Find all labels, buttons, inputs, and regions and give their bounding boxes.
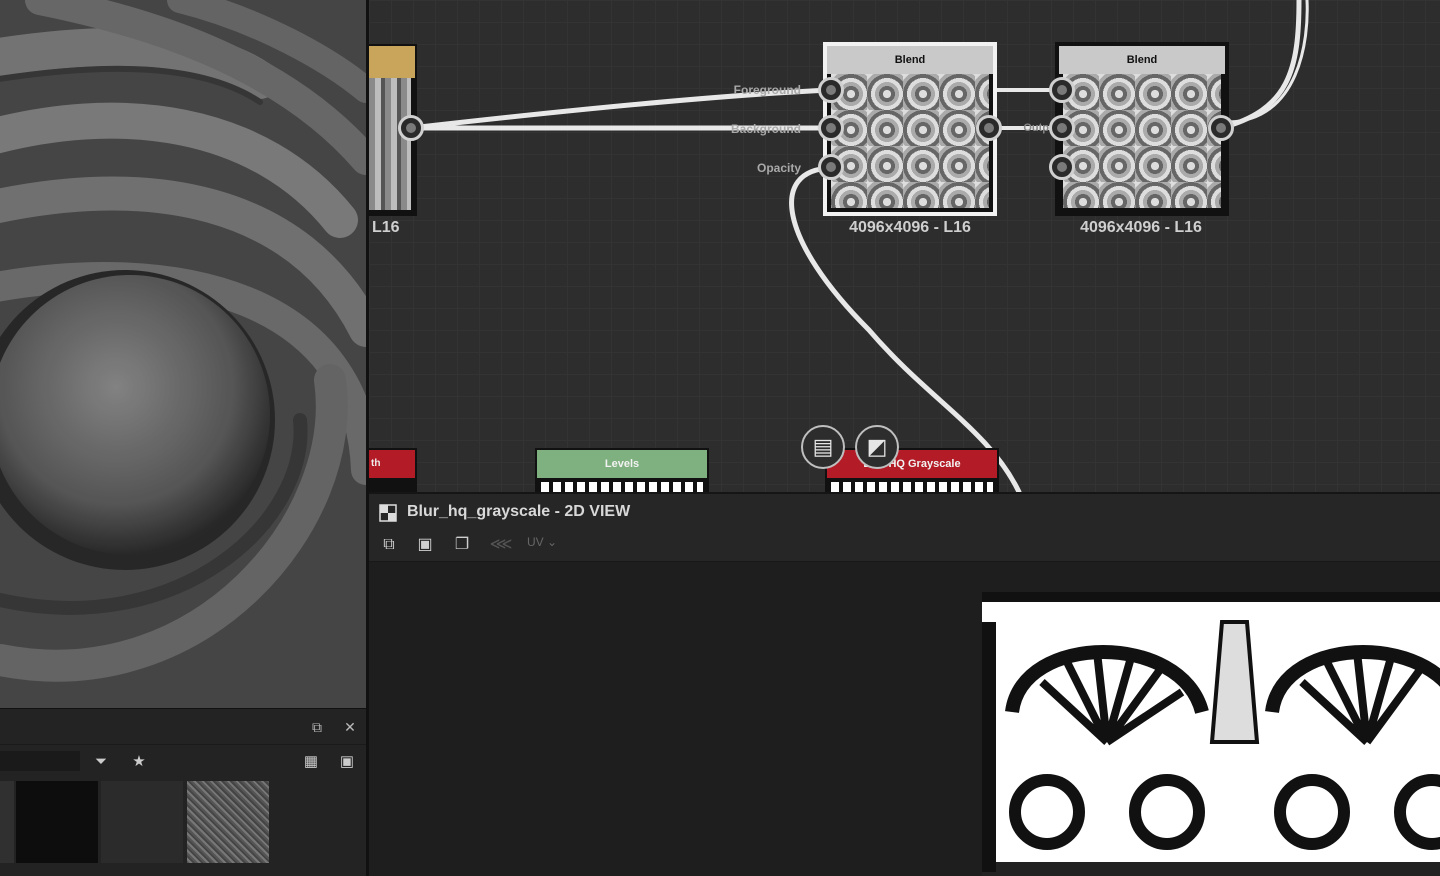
library-thumbnail[interactable] — [187, 781, 269, 863]
view-2d-icon[interactable]: ◩ — [855, 425, 899, 469]
node-resolution-label: 4096x4096 - L16 — [1080, 219, 1202, 236]
library-thumbnail[interactable] — [101, 781, 183, 863]
blur-hq-node[interactable]: Blur HQ Grayscale — [825, 448, 999, 492]
blend-node-2[interactable]: Blend — [1055, 42, 1229, 216]
library-search-input[interactable] — [0, 751, 80, 771]
connection-wire — [1218, 0, 1302, 131]
opacity-port-label: Opacity — [756, 161, 801, 175]
share-icon[interactable]: ⋘ — [489, 533, 513, 557]
2d-view-panel: Blur_hq_grayscale - 2D VIEW ⧉ ▣ ❐ ⋘ UV ⌄ — [369, 492, 1440, 876]
background-port-label: Background — [730, 122, 801, 136]
library-panel: ⧉ ✕ ⏷ ★ ▦ ▣ — [0, 708, 366, 876]
foreground-input-port[interactable] — [818, 77, 844, 103]
node-thumbnail — [541, 482, 703, 492]
export-icon[interactable]: ⧉ — [377, 533, 401, 557]
foreground-port-label: Foreground — [733, 83, 801, 97]
2d-texture-preview[interactable] — [982, 592, 1440, 876]
3d-render-image — [0, 0, 366, 708]
node-header: Blur HQ Grayscale — [827, 450, 997, 478]
add-favorite-icon[interactable]: ★ — [128, 751, 150, 773]
output-port-label: Outp — [1023, 122, 1049, 134]
opacity-input-port[interactable] — [818, 154, 844, 180]
close-icon[interactable]: ✕ — [341, 718, 359, 736]
partial-red-node[interactable]: th — [369, 448, 417, 492]
node-header — [369, 46, 415, 78]
filter-icon[interactable]: ⏷ — [90, 751, 112, 773]
node-resolution-label: 4096x4096 - L16 — [849, 219, 971, 236]
uv-label: UV — [527, 535, 544, 549]
2d-view-toolbar: ⧉ ▣ ❐ ⋘ UV ⌄ — [369, 528, 1440, 562]
comment-icon[interactable]: ▤ — [801, 425, 845, 469]
library-thumbnail[interactable] — [16, 781, 98, 863]
library-header: ⧉ ✕ — [0, 709, 366, 745]
2d-view-title-bar: Blur_hq_grayscale - 2D VIEW — [369, 492, 1440, 528]
node-thumbnail — [1063, 74, 1221, 208]
node-header: Blend — [1059, 46, 1225, 74]
node-graph[interactable]: L16 Blend Foreground Background Opacity … — [369, 0, 1440, 492]
output-port[interactable] — [398, 115, 424, 141]
output-port[interactable] — [1208, 115, 1234, 141]
copy-icon[interactable]: ❐ — [450, 533, 474, 557]
uv-dropdown[interactable]: UV ⌄ — [527, 535, 557, 549]
node-thumbnail — [831, 482, 993, 492]
node-header: Levels — [537, 450, 707, 478]
save-icon[interactable]: ▣ — [413, 533, 437, 557]
library-toolbar: ⏷ ★ ▦ ▣ — [0, 745, 366, 777]
texture-image — [982, 592, 1440, 876]
background-input-port[interactable] — [818, 115, 844, 141]
maximize-icon[interactable]: ⧉ — [308, 718, 326, 736]
display-mode-icon[interactable]: ▣ — [336, 751, 358, 773]
node-thumbnail — [369, 78, 411, 210]
node-header: Blend — [827, 46, 993, 74]
foreground-input-port[interactable] — [1049, 77, 1075, 103]
checker-icon — [379, 504, 397, 522]
grid-view-icon[interactable]: ▦ — [300, 751, 322, 773]
3d-viewport[interactable] — [0, 0, 366, 708]
node-thumbnail — [831, 74, 989, 208]
levels-node[interactable]: Levels — [535, 448, 709, 492]
node-resolution-label: L16 — [372, 219, 400, 236]
background-input-port[interactable] — [1049, 115, 1075, 141]
node-header: th — [369, 450, 415, 478]
library-thumbnail[interactable] — [0, 781, 14, 863]
opacity-input-port[interactable] — [1049, 154, 1075, 180]
2d-view-title: Blur_hq_grayscale - 2D VIEW — [407, 503, 631, 520]
app-window: ⧉ ✕ ⏷ ★ ▦ ▣ L16 Blend Foreground Backgro… — [0, 0, 1440, 876]
